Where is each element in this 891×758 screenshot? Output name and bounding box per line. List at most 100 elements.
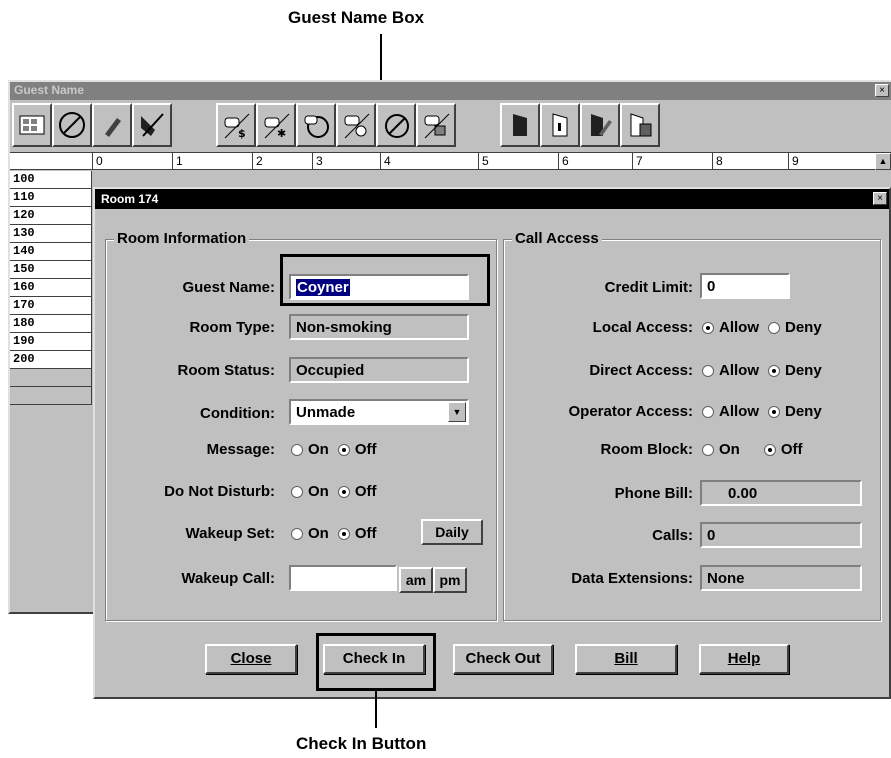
wakeup-call-input[interactable] — [289, 565, 397, 591]
room-block-on-radio[interactable]: On — [702, 441, 740, 458]
room-status-field: Occupied — [289, 357, 469, 383]
pencil-icon[interactable] — [92, 103, 132, 147]
room-row[interactable]: 160 — [10, 279, 92, 297]
ruler-label: 3 — [312, 153, 380, 170]
message-label: Message: — [206, 441, 275, 458]
ruler-label: 4 — [380, 153, 478, 170]
group-label: Call Access — [512, 230, 602, 247]
message-on-radio[interactable]: On — [291, 441, 329, 458]
room-row[interactable]: 140 — [10, 243, 92, 261]
pm-button[interactable]: pm — [433, 567, 467, 593]
dnd-on-radio[interactable]: On — [291, 483, 329, 500]
direct-access-label: Direct Access: — [589, 362, 693, 379]
condition-select[interactable]: Unmade ▼ — [289, 399, 469, 425]
wakeup-on-radio[interactable]: On — [291, 525, 329, 542]
am-button[interactable]: am — [399, 567, 433, 593]
dialog-close-button[interactable]: × — [873, 192, 887, 205]
local-allow-radio[interactable]: Allow — [702, 319, 759, 336]
group-label: Room Information — [114, 230, 250, 247]
data-extensions-label: Data Extensions: — [571, 570, 693, 587]
dnd-label: Do Not Disturb: — [164, 483, 275, 500]
room-row[interactable]: 190 — [10, 333, 92, 351]
direct-access-radio-group: Allow Deny — [702, 362, 831, 379]
door-pencil-icon[interactable] — [580, 103, 620, 147]
calls-field: 0 — [700, 522, 862, 548]
room-type-label: Room Type: — [189, 319, 275, 336]
guest-name-label: Guest Name: — [182, 279, 275, 296]
room-grid-icon[interactable] — [12, 103, 52, 147]
window-title: Guest Name — [10, 82, 891, 100]
phone-alarm-icon[interactable] — [336, 103, 376, 147]
chevron-down-icon[interactable]: ▼ — [448, 402, 466, 422]
condition-label: Condition: — [200, 405, 275, 422]
local-access-radio-group: Allow Deny — [702, 319, 831, 336]
close-button[interactable]: Close — [205, 644, 297, 674]
room-row[interactable]: 200 — [10, 351, 92, 369]
ruler-label: 2 — [252, 153, 312, 170]
room-row[interactable]: 150 — [10, 261, 92, 279]
wakeup-set-label: Wakeup Set: — [185, 525, 275, 542]
room-row — [10, 369, 92, 387]
ruler-label: 5 — [478, 153, 558, 170]
broom-icon[interactable] — [132, 103, 172, 147]
wakeup-call-label: Wakeup Call: — [181, 570, 275, 587]
phone-no2-icon[interactable] — [376, 103, 416, 147]
scroll-up-button[interactable]: ▲ — [875, 153, 891, 170]
room-row[interactable]: 170 — [10, 297, 92, 315]
svg-text:✱: ✱ — [277, 127, 286, 140]
door-block-icon[interactable] — [620, 103, 660, 147]
no-sign-icon[interactable] — [52, 103, 92, 147]
local-deny-radio[interactable]: Deny — [768, 319, 822, 336]
dialog-title: Room 174 — [95, 189, 889, 209]
ruler-label: 8 — [712, 153, 788, 170]
callout-guest-name-box: Guest Name Box — [288, 8, 425, 27]
room-list: 100 110 120 130 140 150 160 170 180 190 … — [10, 171, 92, 405]
dnd-off-radio[interactable]: Off — [337, 483, 377, 500]
phone-star-icon[interactable]: ✱ — [256, 103, 296, 147]
ruler-label: 1 — [172, 153, 252, 170]
room-row[interactable]: 110 — [10, 189, 92, 207]
room-dialog: Room 174 × Room Information Guest Name: … — [93, 187, 891, 699]
bill-button[interactable]: Bill — [575, 644, 677, 674]
operator-access-radio-group: Allow Deny — [702, 403, 831, 420]
room-row[interactable]: 100 — [10, 171, 92, 189]
ruler-label: 7 — [632, 153, 712, 170]
credit-limit-label: Credit Limit: — [604, 279, 693, 296]
phone-no-icon[interactable] — [296, 103, 336, 147]
message-off-radio[interactable]: Off — [337, 441, 377, 458]
door-open-icon[interactable] — [540, 103, 580, 147]
credit-limit-input[interactable]: 0 — [700, 273, 790, 299]
operator-allow-radio[interactable]: Allow — [702, 403, 759, 420]
callout-check-in-button: Check In Button — [296, 734, 427, 753]
direct-deny-radio[interactable]: Deny — [768, 362, 822, 379]
room-status-label: Room Status: — [177, 362, 276, 379]
room-ruler: 0 1 2 3 4 5 6 7 8 9 ▲ — [10, 152, 891, 170]
check-in-highlight — [316, 633, 436, 691]
room-block-off-radio[interactable]: Off — [763, 441, 803, 458]
message-radio-group: On Off — [291, 441, 386, 458]
callout-line-bottom — [375, 690, 377, 728]
phone-bill-label: Phone Bill: — [614, 485, 693, 502]
wakeup-set-radio-group: On Off — [291, 525, 386, 542]
svg-text:$: $ — [238, 127, 246, 140]
room-row[interactable]: 120 — [10, 207, 92, 225]
phone-dollar-icon[interactable]: $ — [216, 103, 256, 147]
window-close-button[interactable]: × — [875, 84, 889, 97]
ruler-label: 0 — [92, 153, 172, 170]
condition-value: Unmade — [296, 404, 356, 421]
door-icon[interactable] — [500, 103, 540, 147]
daily-button[interactable]: Daily — [421, 519, 483, 545]
dnd-radio-group: On Off — [291, 483, 386, 500]
room-row[interactable]: 180 — [10, 315, 92, 333]
help-button[interactable]: Help — [699, 644, 789, 674]
calls-label: Calls: — [652, 527, 693, 544]
direct-allow-radio[interactable]: Allow — [702, 362, 759, 379]
check-out-button[interactable]: Check Out — [453, 644, 553, 674]
phone-cancel-icon[interactable] — [416, 103, 456, 147]
data-extensions-field: None — [700, 565, 862, 591]
phone-bill-field: 0.00 — [700, 480, 862, 506]
operator-deny-radio[interactable]: Deny — [768, 403, 822, 420]
room-row[interactable]: 130 — [10, 225, 92, 243]
room-block-label: Room Block: — [600, 441, 693, 458]
wakeup-off-radio[interactable]: Off — [337, 525, 377, 542]
